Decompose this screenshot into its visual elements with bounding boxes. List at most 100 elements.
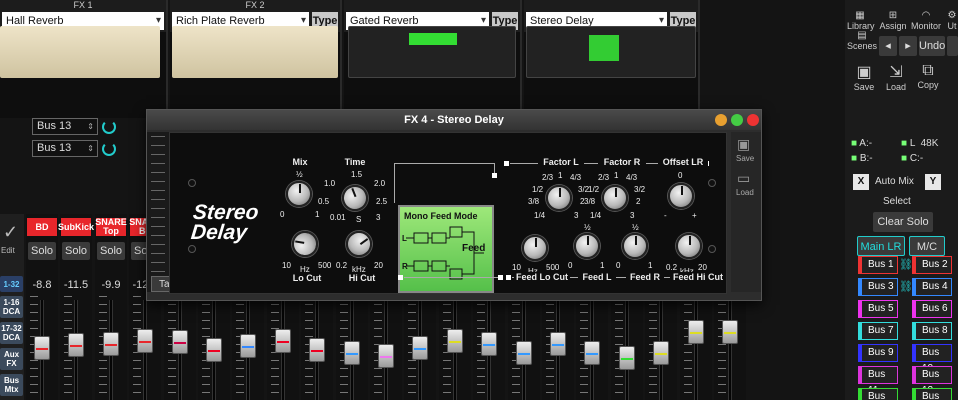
check-icon[interactable]: ✓	[3, 222, 18, 243]
bus-select[interactable]: Bus 13 ⇕	[32, 140, 98, 157]
fader-handle[interactable]	[103, 332, 119, 356]
fader-track[interactable]	[694, 300, 698, 400]
bus-select-button[interactable]: Bus 9	[858, 344, 898, 362]
automix-x-button[interactable]: X	[853, 174, 869, 190]
left-view-button[interactable]: 1-16 DCA	[0, 296, 23, 318]
automix-y-button[interactable]: Y	[925, 174, 941, 190]
fader-track[interactable]	[728, 300, 732, 400]
bus-select-button[interactable]: Bus 5	[858, 300, 898, 318]
hi-cut-knob[interactable]	[340, 225, 378, 263]
copy-scene-button[interactable]: ⧉ Copy	[915, 62, 941, 90]
feed-lo-cut-knob[interactable]	[522, 235, 548, 261]
fx-thumbnail-reverb[interactable]	[0, 26, 160, 78]
channel-name[interactable]: SNARE Top	[95, 218, 127, 236]
lo-cut-knob[interactable]	[290, 229, 320, 259]
bracket-handle[interactable]	[506, 275, 511, 280]
mode-display[interactable]: Mono Feed Mode Feed L R	[398, 205, 494, 293]
bracket-handle[interactable]	[504, 161, 509, 166]
solo-button[interactable]: Solo	[62, 242, 90, 260]
clear-solo-button[interactable]: Clear Solo	[873, 212, 933, 232]
fader-handle[interactable]	[275, 329, 291, 353]
mc-button[interactable]: M/C	[909, 236, 945, 256]
power-icon[interactable]	[102, 141, 116, 156]
feed-r-knob[interactable]	[622, 233, 648, 259]
factor-r-knob[interactable]	[602, 185, 628, 211]
fader-handle[interactable]	[550, 332, 566, 356]
solo-button[interactable]: Solo	[97, 242, 125, 260]
fader-handle[interactable]	[412, 336, 428, 360]
offset-lr-knob[interactable]	[668, 183, 694, 209]
left-view-button[interactable]: 17-32 DCA	[0, 322, 23, 344]
undo-button[interactable]: Undo	[919, 36, 945, 56]
fader-handle[interactable]	[172, 330, 188, 354]
fader-handle[interactable]	[344, 341, 360, 365]
bus-select-button[interactable]: Bus 1	[858, 256, 898, 274]
minimize-icon[interactable]	[715, 114, 727, 126]
bus-select-button[interactable]: Bus 2	[912, 256, 952, 274]
bus-select-button[interactable]: Bus 4	[912, 278, 952, 296]
left-view-button[interactable]: Aux FX	[0, 348, 23, 370]
assign-button[interactable]: ⊞ Assign	[879, 10, 907, 31]
monitor-button[interactable]: ◠ Monitor	[911, 10, 941, 31]
fader-handle[interactable]	[68, 333, 84, 357]
bus-select-button[interactable]: Bus 7	[858, 322, 898, 340]
maximize-icon[interactable]	[731, 114, 743, 126]
fader-handle[interactable]	[206, 338, 222, 362]
bus-select-button[interactable]: Bus 13	[858, 388, 898, 400]
redo-button[interactable]	[947, 36, 958, 56]
bus-select-button[interactable]: Bus 11	[858, 366, 898, 396]
bus-select-button[interactable]: Bus 6	[912, 300, 952, 318]
link-icon[interactable]: ⛓	[899, 258, 913, 271]
fader-handle[interactable]	[378, 344, 394, 368]
bus-select-button[interactable]: Bus 10	[912, 344, 952, 374]
fx-thumbnail-plate[interactable]	[172, 26, 338, 78]
fx-thumbnail-gated[interactable]	[348, 26, 516, 78]
bus-select-button[interactable]: Bus 8	[912, 322, 952, 340]
time-knob[interactable]	[338, 181, 372, 215]
save-scene-button[interactable]: ▣ Save	[851, 62, 877, 92]
utility-button[interactable]: ⚙ Ut	[945, 10, 958, 31]
bracket-handle[interactable]	[398, 275, 403, 280]
fader-handle[interactable]	[240, 334, 256, 358]
feed-hi-cut-knob[interactable]	[676, 233, 702, 259]
back-button[interactable]: ◂	[879, 36, 897, 56]
fader-color-mark	[724, 332, 736, 334]
fader-handle[interactable]	[34, 336, 50, 360]
solo-button[interactable]: Solo	[28, 242, 56, 260]
fader-handle[interactable]	[722, 320, 738, 344]
bus-select-button[interactable]: Bus 3	[858, 278, 898, 296]
fader-handle[interactable]	[309, 338, 325, 362]
fader-handle[interactable]	[447, 329, 463, 353]
left-view-button[interactable]: 1-32	[0, 276, 23, 292]
bracket-handle[interactable]	[492, 173, 497, 178]
forward-button[interactable]: ▸	[899, 36, 917, 56]
power-icon[interactable]	[102, 119, 116, 134]
fx-thumbnail-delay[interactable]	[526, 26, 696, 78]
save-preset-icon[interactable]: ▣	[737, 136, 750, 153]
scenes-button[interactable]: ▤ Scenes	[847, 30, 877, 51]
factor-l-knob[interactable]	[546, 185, 572, 211]
fader-handle[interactable]	[516, 341, 532, 365]
fader-handle[interactable]	[688, 320, 704, 344]
bus-select-button[interactable]: Bus 14	[912, 388, 952, 400]
bracket-handle[interactable]	[498, 275, 503, 280]
link-icon[interactable]: ⛓	[899, 280, 913, 293]
main-lr-button[interactable]: Main LR	[857, 236, 905, 256]
load-scene-button[interactable]: ⇲ Load	[883, 62, 909, 92]
channel-name[interactable]: BD	[27, 218, 57, 236]
mix-mark: 1	[315, 210, 320, 219]
mix-knob[interactable]	[286, 181, 312, 207]
library-button[interactable]: ▦ Library	[847, 10, 875, 31]
fader-handle[interactable]	[584, 341, 600, 365]
close-icon[interactable]	[747, 114, 759, 126]
fader-handle[interactable]	[619, 346, 635, 370]
feed-l-knob[interactable]	[574, 233, 600, 259]
channel-name[interactable]: SubKick	[58, 218, 94, 236]
bus-select-button[interactable]: Bus 12	[912, 366, 952, 396]
bus-select[interactable]: Bus 13 ⇕	[32, 118, 98, 135]
fader-handle[interactable]	[481, 332, 497, 356]
fader-handle[interactable]	[137, 329, 153, 353]
load-preset-icon[interactable]: ▭	[737, 170, 750, 187]
left-view-button[interactable]: Bus Mtx	[0, 374, 23, 396]
fader-handle[interactable]	[653, 341, 669, 365]
